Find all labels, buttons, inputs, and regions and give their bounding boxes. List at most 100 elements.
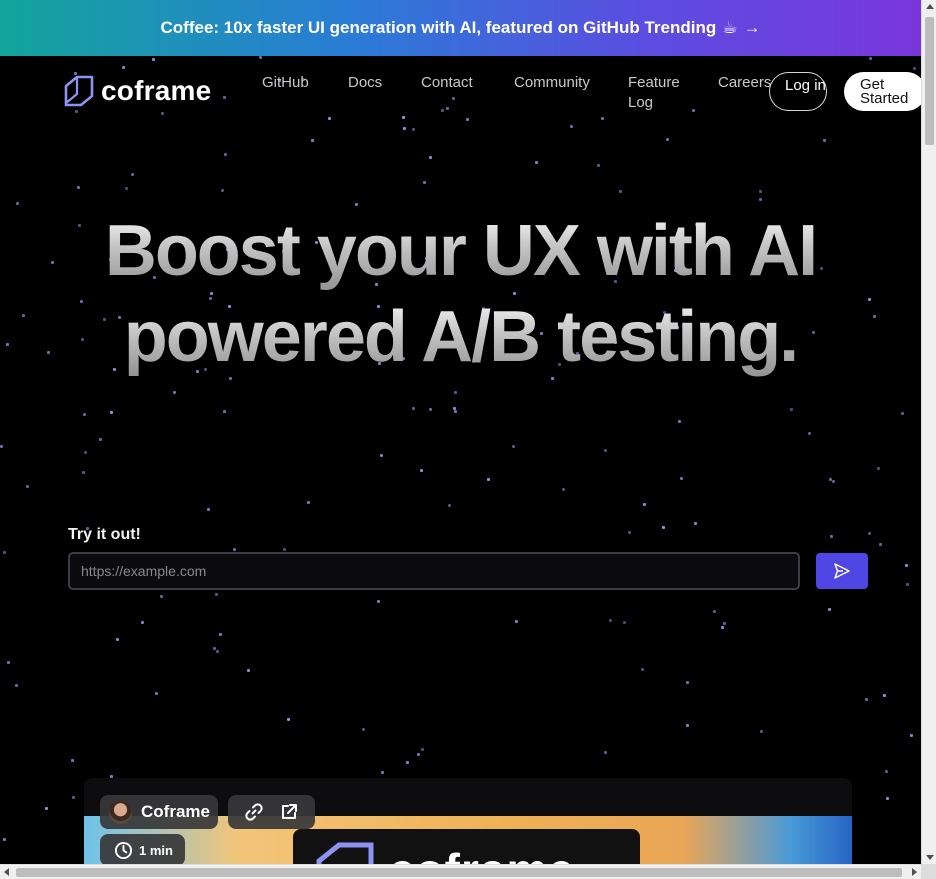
star (759, 198, 762, 201)
star (412, 407, 415, 410)
star (7, 661, 10, 664)
star (380, 454, 383, 457)
star (161, 112, 164, 115)
arrow-right-icon: → (743, 18, 761, 37)
url-input[interactable] (68, 552, 800, 590)
nav-link-contact[interactable]: Contact (421, 73, 473, 93)
star (570, 125, 573, 128)
get-started-button[interactable]: Get Started (844, 72, 921, 111)
scroll-right-icon[interactable] (912, 868, 917, 876)
banner-text: Coffee: 10x faster UI generation with AI… (160, 18, 717, 37)
star (429, 156, 432, 159)
nav-link-careers[interactable]: Careers (718, 73, 771, 93)
star (678, 420, 681, 423)
star (155, 692, 158, 695)
nav-link-github[interactable]: GitHub (262, 73, 309, 93)
nav-link-community[interactable]: Community (514, 73, 590, 93)
link-icon[interactable] (244, 802, 264, 822)
star (259, 56, 262, 59)
star (15, 684, 18, 687)
star (454, 410, 457, 413)
browser-viewport: Coffee: 10x faster UI generation with AI… (0, 0, 921, 864)
horizontal-scroll-thumb[interactable] (16, 868, 902, 877)
scroll-up-icon[interactable] (926, 4, 934, 9)
star (377, 600, 380, 603)
star (403, 127, 406, 130)
video-channel-pill[interactable]: Coframe (100, 795, 218, 829)
star (790, 408, 793, 411)
star (421, 748, 424, 751)
star (869, 57, 872, 60)
star (619, 190, 622, 193)
star (906, 583, 909, 586)
vertical-scroll-thumb[interactable] (925, 17, 934, 145)
star (883, 694, 886, 697)
star (759, 190, 762, 193)
scrollbar-corner (921, 864, 936, 879)
star (828, 608, 831, 611)
star (643, 503, 646, 506)
send-icon (834, 563, 850, 579)
star (609, 619, 612, 622)
star (487, 478, 490, 481)
star (83, 413, 86, 416)
star (355, 203, 358, 206)
star (221, 189, 224, 192)
star (207, 508, 210, 511)
star (885, 770, 888, 773)
star (604, 751, 607, 754)
star (223, 96, 226, 99)
star (512, 445, 515, 448)
star (82, 471, 85, 474)
star (680, 477, 683, 480)
star (213, 647, 216, 650)
scroll-down-icon[interactable] (926, 855, 934, 860)
nav-link-docs[interactable]: Docs (348, 73, 382, 93)
star (877, 467, 880, 470)
star (3, 551, 6, 554)
star (216, 650, 219, 653)
star (823, 139, 826, 142)
star (16, 202, 19, 205)
nav-link-feature-log[interactable]: Feature Log (628, 73, 688, 113)
star (597, 164, 600, 167)
star (913, 67, 916, 70)
star (604, 449, 607, 452)
login-button[interactable]: Log in (769, 72, 827, 111)
star (535, 161, 538, 164)
coffee-icon: ☕ (722, 18, 738, 37)
star (71, 759, 74, 762)
coframe-logo-icon (316, 842, 374, 864)
announcement-banner[interactable]: Coffee: 10x faster UI generation with AI… (0, 0, 921, 56)
star (448, 504, 451, 507)
star (623, 621, 626, 624)
star (713, 610, 716, 613)
star (760, 730, 763, 733)
star (99, 438, 102, 441)
star (452, 97, 455, 100)
vertical-scrollbar[interactable] (921, 0, 936, 864)
star (901, 412, 904, 415)
duration-pill: 1 min (100, 834, 185, 864)
star (72, 796, 75, 799)
star (429, 408, 432, 411)
clock-icon (114, 841, 133, 859)
star (287, 718, 290, 721)
star (441, 109, 444, 112)
star (223, 410, 226, 413)
submit-url-button[interactable] (816, 553, 868, 589)
scroll-left-icon[interactable] (4, 868, 9, 876)
star (215, 593, 218, 596)
logo[interactable]: coframe (63, 74, 211, 108)
star (283, 548, 286, 551)
star (26, 485, 29, 488)
star (412, 128, 415, 131)
horizontal-scrollbar[interactable] (0, 864, 921, 879)
star (307, 501, 310, 504)
star (686, 681, 689, 684)
star (116, 638, 119, 641)
external-link-icon[interactable] (279, 802, 299, 822)
try-it-label: Try it out! (68, 526, 141, 543)
star (879, 543, 882, 546)
star (219, 633, 222, 636)
